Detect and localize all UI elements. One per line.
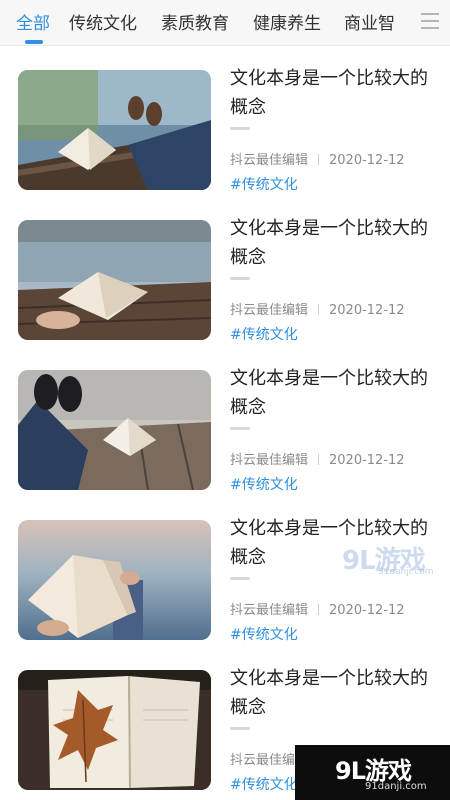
title-divider: [230, 277, 250, 280]
tab-business[interactable]: 商业智: [344, 9, 395, 34]
title-divider: [230, 127, 250, 130]
tab-health[interactable]: 健康养生: [253, 9, 321, 34]
tab-all[interactable]: 全部: [16, 9, 50, 34]
article-author: 抖云最佳编辑: [230, 453, 309, 468]
article-item[interactable]: 文化本身是一个比较大的概念 抖云最佳编辑 2020-12-12 #传统文化: [0, 346, 450, 496]
article-date: 2020-12-12: [329, 603, 405, 618]
article-tag[interactable]: #传统文化: [230, 324, 298, 344]
article-meta: 抖云最佳编辑 2020-12-12: [230, 299, 405, 318]
article-meta: 抖云最佳编辑 2020-12-12: [230, 149, 405, 168]
title-divider: [230, 577, 250, 580]
article-tag[interactable]: #传统文化: [230, 174, 298, 194]
watermark-site-text: 91danji.com: [378, 567, 434, 577]
article-date: 2020-12-12: [329, 153, 405, 168]
article-thumbnail[interactable]: [18, 220, 211, 340]
article-date: 2020-12-12: [329, 453, 405, 468]
article-meta: 抖云最佳编辑 2020-12-12: [230, 599, 405, 618]
article-author: 抖云最佳编辑: [230, 603, 309, 618]
article-item[interactable]: 文化本身是一个比较大的概念 抖云最佳编辑 2020-12-12 #传统文化: [0, 46, 450, 196]
active-tab-indicator: [25, 40, 43, 44]
article-title[interactable]: 文化本身是一个比较大的概念: [230, 64, 435, 122]
hamburger-icon[interactable]: [421, 11, 439, 31]
tab-quality-education[interactable]: 素质教育: [161, 9, 229, 34]
category-tab-bar: 全部 传统文化 素质教育 健康养生 商业智: [0, 0, 450, 46]
article-tag[interactable]: #传统文化: [230, 624, 298, 644]
article-author: 抖云最佳编辑: [230, 303, 309, 318]
title-divider: [230, 727, 250, 730]
article-item[interactable]: 文化本身是一个比较大的概念 抖云最佳编辑 2020-12-12 #传统文化: [0, 196, 450, 346]
article-author: 抖云最佳编辑: [230, 153, 309, 168]
article-tag[interactable]: #传统文化: [230, 474, 298, 494]
article-title[interactable]: 文化本身是一个比较大的概念: [230, 664, 435, 722]
article-tag[interactable]: #传统文化: [230, 774, 298, 794]
article-meta: 抖云最佳编辑 2020-12-12: [230, 449, 405, 468]
article-thumbnail[interactable]: [18, 520, 211, 640]
article-date: 2020-12-12: [329, 303, 405, 318]
watermark-corner-site: 91danji.com: [365, 781, 427, 792]
title-divider: [230, 427, 250, 430]
article-thumbnail[interactable]: [18, 70, 211, 190]
watermark-corner: 9L游戏 91danji.com: [295, 745, 450, 800]
article-thumbnail[interactable]: [18, 370, 211, 490]
article-title[interactable]: 文化本身是一个比较大的概念: [230, 364, 435, 422]
article-title[interactable]: 文化本身是一个比较大的概念: [230, 214, 435, 272]
article-thumbnail[interactable]: [18, 670, 211, 790]
watermark-logo: 9L游戏 91danji.com: [340, 540, 440, 580]
tab-traditional-culture[interactable]: 传统文化: [69, 9, 137, 34]
